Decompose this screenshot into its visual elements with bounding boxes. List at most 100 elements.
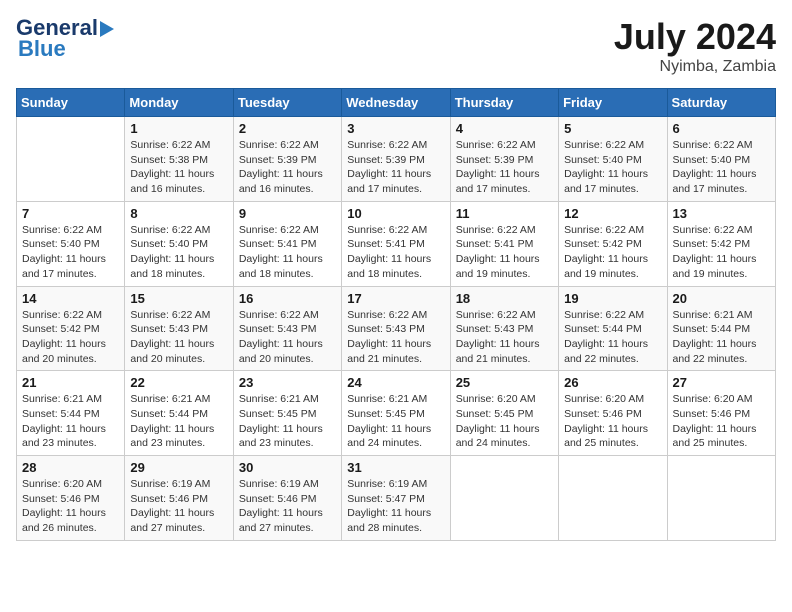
calendar-cell: 11 Sunrise: 6:22 AMSunset: 5:41 PMDayligh… bbox=[450, 201, 558, 286]
calendar-cell: 29 Sunrise: 6:19 AMSunset: 5:46 PMDayligh… bbox=[125, 456, 233, 541]
calendar-header-monday: Monday bbox=[125, 89, 233, 117]
cell-day-number: 17 bbox=[347, 291, 444, 306]
cell-info-text: Sunrise: 6:22 AMSunset: 5:44 PMDaylight:… bbox=[564, 308, 661, 367]
calendar-cell: 24Sunrise: 6:21 AMSunset: 5:45 PMDayligh… bbox=[342, 371, 450, 456]
logo-blue: Blue bbox=[18, 36, 66, 62]
cell-day-number: 6 bbox=[673, 121, 770, 136]
cell-day-number: 18 bbox=[456, 291, 553, 306]
cell-info-text: Sunrise: 6:20 AMSunset: 5:46 PMDaylight:… bbox=[564, 392, 661, 451]
calendar-cell: 9 Sunrise: 6:22 AMSunset: 5:41 PMDaylight… bbox=[233, 201, 341, 286]
cell-info-text: Sunrise: 6:19 AMSunset: 5:46 PMDaylight:… bbox=[130, 477, 227, 536]
cell-day-number: 11 bbox=[456, 206, 553, 221]
title-block: July 2024 Nyimba, Zambia bbox=[614, 16, 776, 76]
cell-day-number: 9 bbox=[239, 206, 336, 221]
calendar-cell: 22 Sunrise: 6:21 AMSunset: 5:44 PMDayligh… bbox=[125, 371, 233, 456]
calendar-cell: 6 Sunrise: 6:22 AMSunset: 5:40 PMDaylight… bbox=[667, 117, 775, 202]
page-header: General Blue July 2024 Nyimba, Zambia bbox=[16, 16, 776, 76]
calendar-cell: 8 Sunrise: 6:22 AMSunset: 5:40 PMDaylight… bbox=[125, 201, 233, 286]
calendar-cell: 17 Sunrise: 6:22 AMSunset: 5:43 PMDayligh… bbox=[342, 286, 450, 371]
cell-info-text: Sunrise: 6:20 AMSunset: 5:45 PMDaylight:… bbox=[456, 392, 553, 451]
calendar-header-thursday: Thursday bbox=[450, 89, 558, 117]
calendar-cell: 1 Sunrise: 6:22 AMSunset: 5:38 PMDaylight… bbox=[125, 117, 233, 202]
calendar-cell: 2 Sunrise: 6:22 AMSunset: 5:39 PMDaylight… bbox=[233, 117, 341, 202]
cell-info-text: Sunrise: 6:22 AMSunset: 5:38 PMDaylight:… bbox=[130, 138, 227, 197]
calendar-week-2: 7Sunrise: 6:22 AMSunset: 5:40 PMDaylight… bbox=[17, 201, 776, 286]
month-year-title: July 2024 bbox=[614, 16, 776, 58]
cell-day-number: 29 bbox=[130, 460, 227, 475]
cell-info-text: Sunrise: 6:20 AMSunset: 5:46 PMDaylight:… bbox=[22, 477, 119, 536]
calendar-cell: 14 Sunrise: 6:22 AMSunset: 5:42 PMDayligh… bbox=[17, 286, 125, 371]
calendar-cell: 5Sunrise: 6:22 AMSunset: 5:40 PMDaylight… bbox=[559, 117, 667, 202]
calendar-cell: 12Sunrise: 6:22 AMSunset: 5:42 PMDayligh… bbox=[559, 201, 667, 286]
calendar-cell: 20 Sunrise: 6:21 AMSunset: 5:44 PMDayligh… bbox=[667, 286, 775, 371]
logo: General Blue bbox=[16, 16, 114, 62]
calendar-cell: 3 Sunrise: 6:22 AMSunset: 5:39 PMDaylight… bbox=[342, 117, 450, 202]
cell-info-text: Sunrise: 6:22 AMSunset: 5:43 PMDaylight:… bbox=[130, 308, 227, 367]
cell-info-text: Sunrise: 6:22 AMSunset: 5:40 PMDaylight:… bbox=[22, 223, 119, 282]
cell-info-text: Sunrise: 6:22 AMSunset: 5:41 PMDaylight:… bbox=[239, 223, 336, 282]
calendar-cell bbox=[667, 456, 775, 541]
calendar-cell: 28Sunrise: 6:20 AMSunset: 5:46 PMDayligh… bbox=[17, 456, 125, 541]
calendar-header-sunday: Sunday bbox=[17, 89, 125, 117]
calendar-cell: 4 Sunrise: 6:22 AMSunset: 5:39 PMDaylight… bbox=[450, 117, 558, 202]
calendar-cell: 31Sunrise: 6:19 AMSunset: 5:47 PMDayligh… bbox=[342, 456, 450, 541]
calendar-header-row: SundayMondayTuesdayWednesdayThursdayFrid… bbox=[17, 89, 776, 117]
calendar-cell: 21 Sunrise: 6:21 AMSunset: 5:44 PMDayligh… bbox=[17, 371, 125, 456]
cell-info-text: Sunrise: 6:22 AMSunset: 5:42 PMDaylight:… bbox=[673, 223, 770, 282]
calendar-week-1: 1 Sunrise: 6:22 AMSunset: 5:38 PMDaylight… bbox=[17, 117, 776, 202]
cell-info-text: Sunrise: 6:22 AMSunset: 5:42 PMDaylight:… bbox=[564, 223, 661, 282]
calendar-week-4: 21 Sunrise: 6:21 AMSunset: 5:44 PMDayligh… bbox=[17, 371, 776, 456]
cell-info-text: Sunrise: 6:22 AMSunset: 5:39 PMDaylight:… bbox=[456, 138, 553, 197]
cell-info-text: Sunrise: 6:22 AMSunset: 5:42 PMDaylight:… bbox=[22, 308, 119, 367]
cell-info-text: Sunrise: 6:22 AMSunset: 5:43 PMDaylight:… bbox=[239, 308, 336, 367]
cell-day-number: 26 bbox=[564, 375, 661, 390]
cell-day-number: 19 bbox=[564, 291, 661, 306]
calendar-cell bbox=[559, 456, 667, 541]
cell-day-number: 14 bbox=[22, 291, 119, 306]
cell-day-number: 4 bbox=[456, 121, 553, 136]
cell-info-text: Sunrise: 6:22 AMSunset: 5:43 PMDaylight:… bbox=[456, 308, 553, 367]
cell-info-text: Sunrise: 6:22 AMSunset: 5:39 PMDaylight:… bbox=[239, 138, 336, 197]
cell-day-number: 23 bbox=[239, 375, 336, 390]
calendar-header-tuesday: Tuesday bbox=[233, 89, 341, 117]
cell-day-number: 3 bbox=[347, 121, 444, 136]
cell-info-text: Sunrise: 6:19 AMSunset: 5:47 PMDaylight:… bbox=[347, 477, 444, 536]
cell-day-number: 20 bbox=[673, 291, 770, 306]
cell-info-text: Sunrise: 6:22 AMSunset: 5:39 PMDaylight:… bbox=[347, 138, 444, 197]
cell-day-number: 8 bbox=[130, 206, 227, 221]
cell-day-number: 1 bbox=[130, 121, 227, 136]
cell-day-number: 2 bbox=[239, 121, 336, 136]
cell-day-number: 13 bbox=[673, 206, 770, 221]
cell-day-number: 15 bbox=[130, 291, 227, 306]
cell-info-text: Sunrise: 6:20 AMSunset: 5:46 PMDaylight:… bbox=[673, 392, 770, 451]
calendar-cell: 30 Sunrise: 6:19 AMSunset: 5:46 PMDayligh… bbox=[233, 456, 341, 541]
cell-info-text: Sunrise: 6:19 AMSunset: 5:46 PMDaylight:… bbox=[239, 477, 336, 536]
calendar-cell: 23 Sunrise: 6:21 AMSunset: 5:45 PMDayligh… bbox=[233, 371, 341, 456]
cell-info-text: Sunrise: 6:22 AMSunset: 5:40 PMDaylight:… bbox=[130, 223, 227, 282]
cell-day-number: 10 bbox=[347, 206, 444, 221]
calendar-cell: 27 Sunrise: 6:20 AMSunset: 5:46 PMDayligh… bbox=[667, 371, 775, 456]
cell-day-number: 30 bbox=[239, 460, 336, 475]
calendar-header-saturday: Saturday bbox=[667, 89, 775, 117]
cell-info-text: Sunrise: 6:22 AMSunset: 5:41 PMDaylight:… bbox=[456, 223, 553, 282]
calendar-cell bbox=[450, 456, 558, 541]
cell-info-text: Sunrise: 6:21 AMSunset: 5:44 PMDaylight:… bbox=[22, 392, 119, 451]
cell-info-text: Sunrise: 6:22 AMSunset: 5:40 PMDaylight:… bbox=[673, 138, 770, 197]
cell-info-text: Sunrise: 6:21 AMSunset: 5:45 PMDaylight:… bbox=[239, 392, 336, 451]
calendar-cell: 13 Sunrise: 6:22 AMSunset: 5:42 PMDayligh… bbox=[667, 201, 775, 286]
calendar-cell: 25Sunrise: 6:20 AMSunset: 5:45 PMDayligh… bbox=[450, 371, 558, 456]
cell-day-number: 21 bbox=[22, 375, 119, 390]
logo-arrow-icon bbox=[100, 21, 114, 37]
cell-info-text: Sunrise: 6:21 AMSunset: 5:44 PMDaylight:… bbox=[130, 392, 227, 451]
calendar-cell bbox=[17, 117, 125, 202]
cell-info-text: Sunrise: 6:21 AMSunset: 5:44 PMDaylight:… bbox=[673, 308, 770, 367]
calendar-cell: 18 Sunrise: 6:22 AMSunset: 5:43 PMDayligh… bbox=[450, 286, 558, 371]
cell-day-number: 27 bbox=[673, 375, 770, 390]
calendar-cell: 7Sunrise: 6:22 AMSunset: 5:40 PMDaylight… bbox=[17, 201, 125, 286]
calendar-cell: 16Sunrise: 6:22 AMSunset: 5:43 PMDayligh… bbox=[233, 286, 341, 371]
calendar-week-5: 28Sunrise: 6:20 AMSunset: 5:46 PMDayligh… bbox=[17, 456, 776, 541]
calendar-header-friday: Friday bbox=[559, 89, 667, 117]
cell-day-number: 22 bbox=[130, 375, 227, 390]
cell-info-text: Sunrise: 6:22 AMSunset: 5:43 PMDaylight:… bbox=[347, 308, 444, 367]
calendar-cell: 15 Sunrise: 6:22 AMSunset: 5:43 PMDayligh… bbox=[125, 286, 233, 371]
